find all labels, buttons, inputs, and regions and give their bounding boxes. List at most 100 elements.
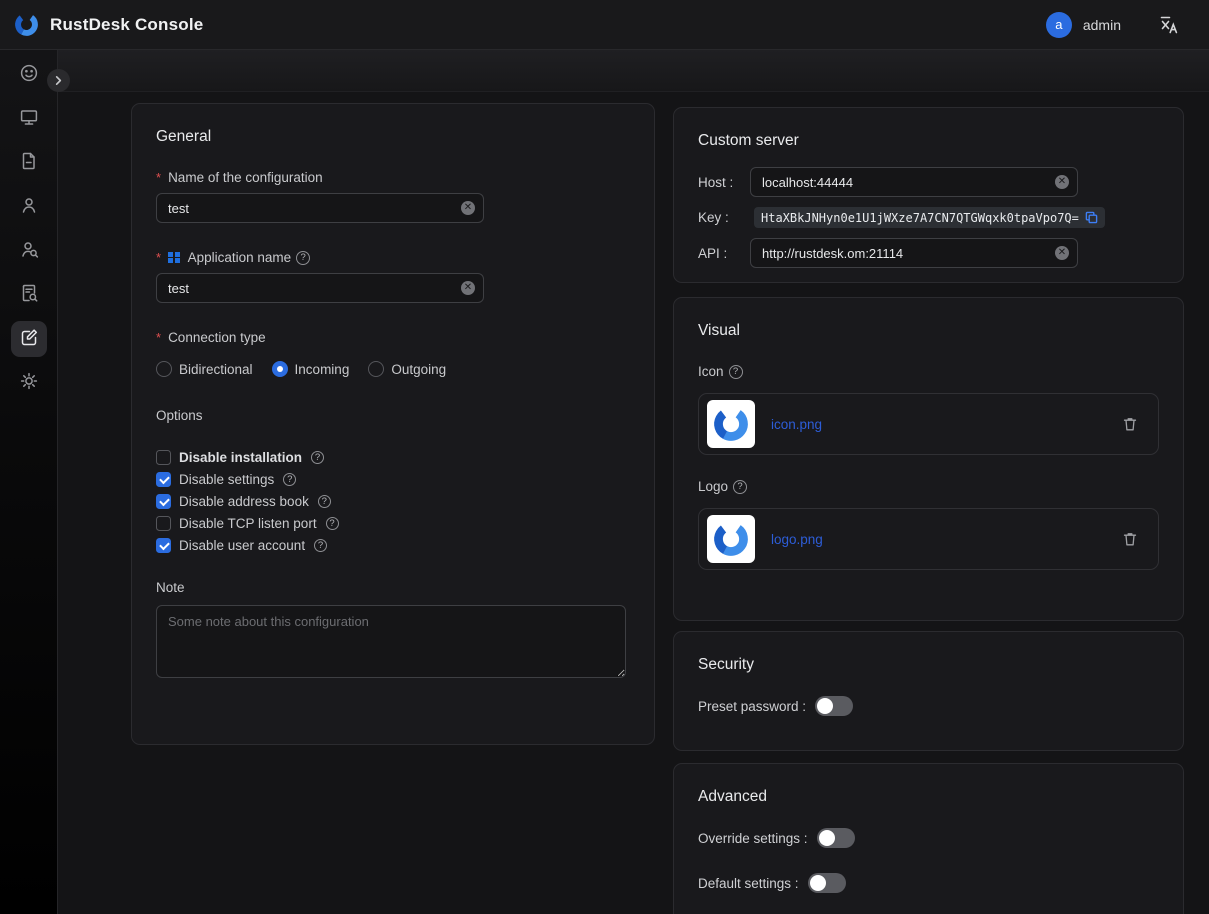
- monitor-icon: [19, 107, 39, 132]
- config-name-field: ✕: [156, 193, 484, 223]
- help-icon[interactable]: ?: [326, 517, 339, 530]
- radio-bidirectional[interactable]: Bidirectional: [156, 361, 253, 377]
- icon-thumbnail: [707, 400, 755, 448]
- help-icon[interactable]: ?: [296, 251, 310, 265]
- logo-file-row: logo.png: [698, 508, 1159, 570]
- general-card: General Name of the configuration ✕ Appl…: [131, 103, 655, 745]
- help-icon[interactable]: ?: [733, 480, 747, 494]
- user-name[interactable]: admin: [1083, 17, 1121, 33]
- radio-dot: [156, 361, 172, 377]
- clear-icon[interactable]: ✕: [1055, 175, 1069, 189]
- host-label: Host :: [698, 175, 750, 190]
- note-textarea[interactable]: [156, 605, 626, 678]
- server-key-chip: HtaXBkJNHyn0e1U1jWXze7A7CN7QTGWqxk0tpaVp…: [754, 207, 1105, 228]
- copy-icon[interactable]: [1085, 211, 1098, 224]
- checkbox-disable-user-account[interactable]: Disable user account ?: [156, 534, 630, 556]
- delete-icon[interactable]: [1122, 416, 1138, 432]
- sidebar-item-audit[interactable]: [11, 277, 47, 313]
- api-input[interactable]: [750, 238, 1078, 268]
- override-settings-label: Override settings :: [698, 831, 808, 846]
- default-settings-label: Default settings :: [698, 876, 799, 891]
- server-key-value: HtaXBkJNHyn0e1U1jWXze7A7CN7QTGWqxk0tpaVp…: [761, 211, 1079, 225]
- help-icon[interactable]: ?: [314, 539, 327, 552]
- default-settings-row: Default settings :: [698, 873, 1159, 893]
- visual-title: Visual: [698, 322, 1159, 340]
- help-icon[interactable]: ?: [729, 365, 743, 379]
- checkbox-box: [156, 516, 171, 531]
- sidebar-item-settings[interactable]: [11, 365, 47, 401]
- checkbox-disable-settings[interactable]: Disable settings ?: [156, 468, 630, 490]
- preset-password-toggle[interactable]: [815, 696, 853, 716]
- smiley-icon: [19, 63, 39, 88]
- clear-icon[interactable]: ✕: [461, 281, 475, 295]
- custom-server-title: Custom server: [698, 132, 1159, 150]
- checkbox-box: [156, 538, 171, 553]
- checkbox-disable-address-book[interactable]: Disable address book ?: [156, 490, 630, 512]
- document-search-icon: [19, 283, 39, 308]
- checkbox-disable-tcp-listen-port[interactable]: Disable TCP listen port ?: [156, 512, 630, 534]
- sidebar-item-devices[interactable]: [11, 101, 47, 137]
- icon-file-link[interactable]: icon.png: [771, 417, 822, 432]
- radio-outgoing[interactable]: Outgoing: [368, 361, 446, 377]
- api-field: ✕: [750, 238, 1078, 268]
- rustdesk-logo-icon: [13, 11, 40, 38]
- options-label: Options: [156, 408, 630, 423]
- radio-incoming[interactable]: Incoming: [272, 361, 350, 377]
- icon-file-row: icon.png: [698, 393, 1159, 455]
- connection-type-radios: Bidirectional Incoming Outgoing: [156, 361, 630, 377]
- host-field: ✕: [750, 167, 1078, 197]
- sidebar-item-users[interactable]: [11, 189, 47, 225]
- security-title: Security: [698, 656, 1159, 674]
- key-label: Key :: [698, 210, 750, 225]
- topbar: RustDesk Console a admin: [0, 0, 1209, 50]
- logo-label: Logo ?: [698, 479, 1159, 494]
- override-settings-toggle[interactable]: [817, 828, 855, 848]
- checkbox-box: [156, 472, 171, 487]
- advanced-card: Advanced Override settings : Default set…: [673, 763, 1184, 914]
- checkbox-box: [156, 494, 171, 509]
- help-icon[interactable]: ?: [311, 451, 324, 464]
- sidebar-item-welcome[interactable]: [11, 57, 47, 93]
- edit-square-icon: [19, 327, 39, 352]
- user-avatar[interactable]: a: [1046, 12, 1072, 38]
- translate-icon[interactable]: [1158, 14, 1179, 35]
- api-label: API :: [698, 246, 750, 261]
- key-row: Key : HtaXBkJNHyn0e1U1jWXze7A7CN7QTGWqxk…: [698, 207, 1159, 228]
- radio-dot: [368, 361, 384, 377]
- note-label: Note: [156, 580, 630, 595]
- app-title: RustDesk Console: [50, 15, 203, 35]
- sidebar-item-custom-client[interactable]: [11, 321, 47, 357]
- sidebar-expand-button[interactable]: [47, 69, 70, 92]
- override-settings-row: Override settings :: [698, 828, 1159, 848]
- default-settings-toggle[interactable]: [808, 873, 846, 893]
- app-name-field: ✕: [156, 273, 484, 303]
- config-name-input[interactable]: [156, 193, 484, 223]
- api-row: API : ✕: [698, 238, 1159, 268]
- rustdesk-console-page: RustDesk Console a admin: [0, 0, 1209, 914]
- checkbox-box: [156, 450, 171, 465]
- sidebar-item-groups[interactable]: [11, 233, 47, 269]
- help-icon[interactable]: ?: [318, 495, 331, 508]
- delete-icon[interactable]: [1122, 531, 1138, 547]
- clear-icon[interactable]: ✕: [461, 201, 475, 215]
- sidebar-item-sessions[interactable]: [11, 145, 47, 181]
- preset-password-row: Preset password :: [698, 696, 1159, 716]
- windows-logo-icon: [168, 252, 180, 264]
- config-name-label: Name of the configuration: [156, 170, 630, 185]
- app-name-input[interactable]: [156, 273, 484, 303]
- options-list: Disable installation ? Disable settings …: [156, 446, 630, 556]
- app-name-label: Application name ?: [156, 250, 630, 265]
- help-icon[interactable]: ?: [283, 473, 296, 486]
- host-input[interactable]: [750, 167, 1078, 197]
- sidebar: [0, 50, 58, 914]
- user-icon: [19, 195, 39, 220]
- brand: RustDesk Console: [13, 11, 203, 38]
- visual-card: Visual Icon ? icon.png Logo ? logo.png: [673, 297, 1184, 621]
- clear-icon[interactable]: ✕: [1055, 246, 1069, 260]
- logo-file-link[interactable]: logo.png: [771, 532, 823, 547]
- checkbox-disable-installation[interactable]: Disable installation ?: [156, 446, 630, 468]
- page-header-band: [58, 50, 1209, 92]
- general-card-title: General: [156, 128, 630, 146]
- advanced-title: Advanced: [698, 788, 1159, 806]
- chevron-right-icon: [53, 75, 64, 86]
